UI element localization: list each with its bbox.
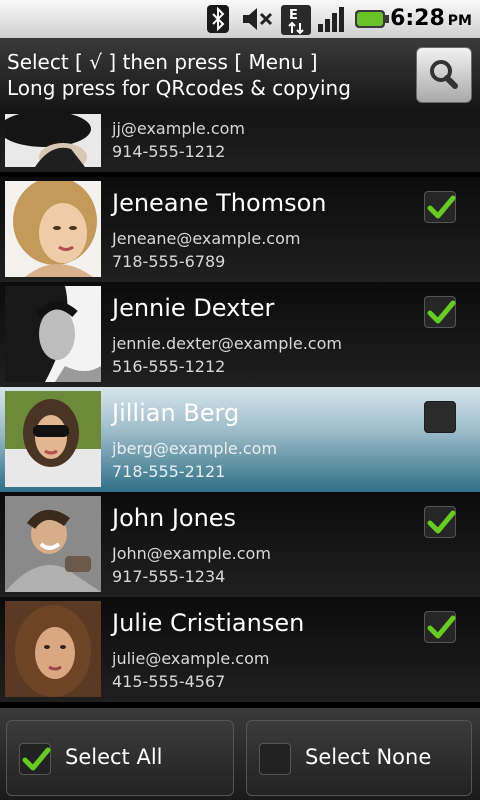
- instruction-line-1: Select [ √ ] then press [ Menu ]: [7, 50, 318, 74]
- contact-row[interactable]: Jennie Dexter jennie.dexter@example.com …: [0, 282, 480, 387]
- checkmark-icon: [22, 747, 51, 771]
- select-all-label: Select All: [65, 745, 163, 769]
- contact-name: Jillian Berg: [112, 399, 240, 427]
- contact-checkbox[interactable]: [424, 401, 456, 433]
- contact-name: Jennie Dexter: [112, 294, 275, 322]
- mute-icon: [243, 8, 273, 30]
- contact-phone: 516-555-1212: [112, 357, 226, 376]
- contact-phone: 718-555-2121: [112, 462, 226, 481]
- contact-row[interactable]: John Jones John@example.com 917-555-1234: [0, 492, 480, 597]
- contact-email: Jeneane@example.com: [112, 229, 301, 248]
- contact-row[interactable]: Julie Cristiansen julie@example.com 415-…: [0, 597, 480, 702]
- instruction-line-2: Long press for QRcodes & copying: [7, 76, 351, 100]
- clock: 6:28 PM: [390, 6, 472, 31]
- contact-checkbox[interactable]: [424, 191, 456, 223]
- contact-checkbox[interactable]: [424, 296, 456, 328]
- contact-checkbox[interactable]: [424, 611, 456, 643]
- search-icon: [430, 60, 458, 89]
- search-button[interactable]: [416, 47, 472, 103]
- select-none-checkbox: [259, 743, 291, 775]
- contact-photo: [5, 114, 101, 167]
- clock-ampm: PM: [447, 13, 472, 29]
- contact-photo: [5, 181, 101, 277]
- contact-photo: [5, 286, 101, 382]
- contact-email: John@example.com: [112, 544, 271, 563]
- checkmark-icon: [427, 195, 456, 219]
- contact-name: John Jones: [112, 504, 237, 532]
- contact-row-selected[interactable]: Jillian Berg jberg@example.com 718-555-2…: [0, 387, 480, 492]
- status-bar: E 6:28 PM: [0, 0, 480, 38]
- instructions-header: Select [ √ ] then press [ Menu ] Long pr…: [0, 38, 480, 114]
- select-none-button[interactable]: Select None: [246, 720, 472, 796]
- battery-icon: [355, 10, 389, 28]
- contact-email: jj@example.com: [112, 119, 246, 138]
- contact-photo: [5, 496, 101, 592]
- contact-checkbox[interactable]: [424, 506, 456, 538]
- contact-email: julie@example.com: [112, 649, 270, 668]
- select-none-label: Select None: [305, 745, 432, 769]
- contact-email: jberg@example.com: [112, 439, 278, 458]
- clock-time: 6:28: [390, 6, 445, 31]
- select-all-button[interactable]: Select All: [6, 720, 234, 796]
- checkmark-icon: [427, 510, 456, 534]
- contact-list[interactable]: jj@example.com 914-555-1212 Jeneane Thom…: [0, 114, 480, 708]
- bottom-action-bar: Select All Select None: [0, 708, 480, 800]
- checkmark-icon: [427, 615, 456, 639]
- contact-phone: 914-555-1212: [112, 142, 226, 161]
- contact-name: Jeneane Thomson: [112, 189, 327, 217]
- select-all-checkbox: [19, 743, 51, 775]
- contact-row[interactable]: jj@example.com 914-555-1212: [0, 114, 480, 172]
- contact-phone: 718-555-6789: [112, 252, 226, 271]
- contact-row[interactable]: Jeneane Thomson Jeneane@example.com 718-…: [0, 177, 480, 282]
- signal-icon: [318, 7, 344, 32]
- edge-data-icon: E: [281, 5, 311, 35]
- svg-text:E: E: [289, 8, 298, 23]
- bluetooth-icon: [207, 5, 229, 33]
- checkmark-icon: [427, 300, 456, 324]
- contact-photo: [5, 391, 101, 487]
- contact-name: Julie Cristiansen: [112, 609, 305, 637]
- contact-photo: [5, 601, 101, 697]
- contact-phone: 917-555-1234: [112, 567, 226, 586]
- contact-phone: 415-555-4567: [112, 672, 226, 691]
- contact-email: jennie.dexter@example.com: [112, 334, 342, 353]
